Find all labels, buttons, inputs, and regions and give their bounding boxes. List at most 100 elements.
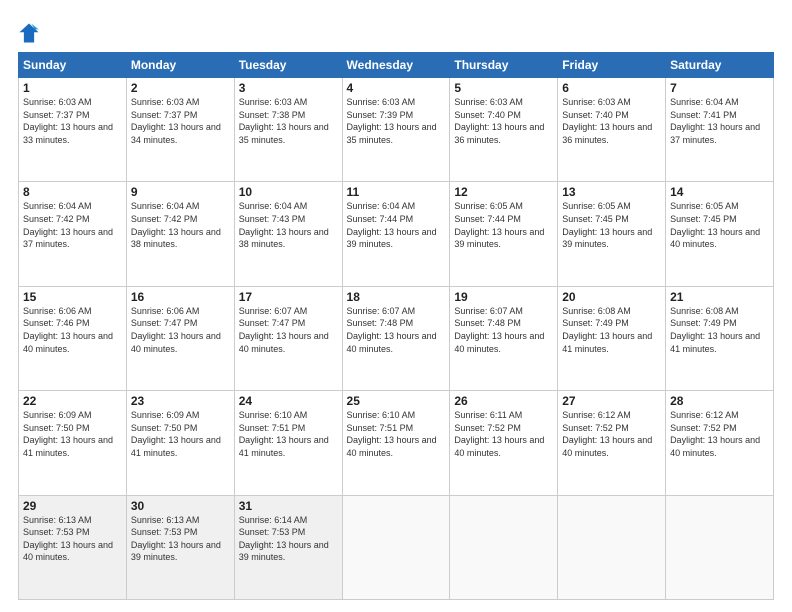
day-cell: 28Sunrise: 6:12 AMSunset: 7:52 PMDayligh… — [666, 391, 774, 495]
day-info: Sunrise: 6:04 AMSunset: 7:41 PMDaylight:… — [670, 96, 769, 146]
day-number: 1 — [23, 81, 122, 95]
weekday-header-sunday: Sunday — [19, 53, 127, 78]
day-info: Sunrise: 6:03 AMSunset: 7:40 PMDaylight:… — [454, 96, 553, 146]
day-cell: 25Sunrise: 6:10 AMSunset: 7:51 PMDayligh… — [342, 391, 450, 495]
day-number: 15 — [23, 290, 122, 304]
day-cell: 3Sunrise: 6:03 AMSunset: 7:38 PMDaylight… — [234, 78, 342, 182]
week-row-1: 1Sunrise: 6:03 AMSunset: 7:37 PMDaylight… — [19, 78, 774, 182]
day-number: 2 — [131, 81, 230, 95]
day-info: Sunrise: 6:07 AMSunset: 7:48 PMDaylight:… — [454, 305, 553, 355]
day-number: 18 — [347, 290, 446, 304]
week-row-3: 15Sunrise: 6:06 AMSunset: 7:46 PMDayligh… — [19, 286, 774, 390]
day-info: Sunrise: 6:14 AMSunset: 7:53 PMDaylight:… — [239, 514, 338, 564]
day-number: 12 — [454, 185, 553, 199]
day-cell: 26Sunrise: 6:11 AMSunset: 7:52 PMDayligh… — [450, 391, 558, 495]
weekday-header-thursday: Thursday — [450, 53, 558, 78]
day-cell: 9Sunrise: 6:04 AMSunset: 7:42 PMDaylight… — [126, 182, 234, 286]
day-cell: 23Sunrise: 6:09 AMSunset: 7:50 PMDayligh… — [126, 391, 234, 495]
weekday-header-tuesday: Tuesday — [234, 53, 342, 78]
day-cell — [666, 495, 774, 599]
week-row-4: 22Sunrise: 6:09 AMSunset: 7:50 PMDayligh… — [19, 391, 774, 495]
day-info: Sunrise: 6:10 AMSunset: 7:51 PMDaylight:… — [239, 409, 338, 459]
day-number: 3 — [239, 81, 338, 95]
day-number: 29 — [23, 499, 122, 513]
day-info: Sunrise: 6:03 AMSunset: 7:40 PMDaylight:… — [562, 96, 661, 146]
day-info: Sunrise: 6:10 AMSunset: 7:51 PMDaylight:… — [347, 409, 446, 459]
day-info: Sunrise: 6:12 AMSunset: 7:52 PMDaylight:… — [670, 409, 769, 459]
day-info: Sunrise: 6:06 AMSunset: 7:46 PMDaylight:… — [23, 305, 122, 355]
day-number: 6 — [562, 81, 661, 95]
day-info: Sunrise: 6:08 AMSunset: 7:49 PMDaylight:… — [670, 305, 769, 355]
day-cell: 30Sunrise: 6:13 AMSunset: 7:53 PMDayligh… — [126, 495, 234, 599]
day-number: 24 — [239, 394, 338, 408]
header — [18, 18, 774, 44]
day-cell — [558, 495, 666, 599]
day-info: Sunrise: 6:04 AMSunset: 7:42 PMDaylight:… — [131, 200, 230, 250]
day-number: 8 — [23, 185, 122, 199]
week-row-2: 8Sunrise: 6:04 AMSunset: 7:42 PMDaylight… — [19, 182, 774, 286]
day-cell: 5Sunrise: 6:03 AMSunset: 7:40 PMDaylight… — [450, 78, 558, 182]
day-info: Sunrise: 6:12 AMSunset: 7:52 PMDaylight:… — [562, 409, 661, 459]
day-cell — [450, 495, 558, 599]
day-info: Sunrise: 6:09 AMSunset: 7:50 PMDaylight:… — [131, 409, 230, 459]
day-info: Sunrise: 6:05 AMSunset: 7:45 PMDaylight:… — [670, 200, 769, 250]
day-number: 26 — [454, 394, 553, 408]
day-number: 19 — [454, 290, 553, 304]
day-number: 17 — [239, 290, 338, 304]
day-info: Sunrise: 6:04 AMSunset: 7:43 PMDaylight:… — [239, 200, 338, 250]
day-cell: 31Sunrise: 6:14 AMSunset: 7:53 PMDayligh… — [234, 495, 342, 599]
day-number: 21 — [670, 290, 769, 304]
day-number: 5 — [454, 81, 553, 95]
day-cell: 13Sunrise: 6:05 AMSunset: 7:45 PMDayligh… — [558, 182, 666, 286]
day-info: Sunrise: 6:04 AMSunset: 7:44 PMDaylight:… — [347, 200, 446, 250]
day-cell: 17Sunrise: 6:07 AMSunset: 7:47 PMDayligh… — [234, 286, 342, 390]
day-cell: 14Sunrise: 6:05 AMSunset: 7:45 PMDayligh… — [666, 182, 774, 286]
day-cell: 10Sunrise: 6:04 AMSunset: 7:43 PMDayligh… — [234, 182, 342, 286]
day-cell: 27Sunrise: 6:12 AMSunset: 7:52 PMDayligh… — [558, 391, 666, 495]
day-info: Sunrise: 6:03 AMSunset: 7:37 PMDaylight:… — [23, 96, 122, 146]
day-number: 20 — [562, 290, 661, 304]
day-number: 23 — [131, 394, 230, 408]
day-info: Sunrise: 6:08 AMSunset: 7:49 PMDaylight:… — [562, 305, 661, 355]
day-cell: 16Sunrise: 6:06 AMSunset: 7:47 PMDayligh… — [126, 286, 234, 390]
day-info: Sunrise: 6:03 AMSunset: 7:37 PMDaylight:… — [131, 96, 230, 146]
day-cell: 4Sunrise: 6:03 AMSunset: 7:39 PMDaylight… — [342, 78, 450, 182]
logo — [18, 22, 44, 44]
day-info: Sunrise: 6:06 AMSunset: 7:47 PMDaylight:… — [131, 305, 230, 355]
day-number: 7 — [670, 81, 769, 95]
day-cell: 20Sunrise: 6:08 AMSunset: 7:49 PMDayligh… — [558, 286, 666, 390]
weekday-header-row: SundayMondayTuesdayWednesdayThursdayFrid… — [19, 53, 774, 78]
day-cell: 8Sunrise: 6:04 AMSunset: 7:42 PMDaylight… — [19, 182, 127, 286]
weekday-header-saturday: Saturday — [666, 53, 774, 78]
day-info: Sunrise: 6:11 AMSunset: 7:52 PMDaylight:… — [454, 409, 553, 459]
day-info: Sunrise: 6:13 AMSunset: 7:53 PMDaylight:… — [23, 514, 122, 564]
day-cell: 18Sunrise: 6:07 AMSunset: 7:48 PMDayligh… — [342, 286, 450, 390]
day-info: Sunrise: 6:04 AMSunset: 7:42 PMDaylight:… — [23, 200, 122, 250]
day-cell: 29Sunrise: 6:13 AMSunset: 7:53 PMDayligh… — [19, 495, 127, 599]
calendar-page: SundayMondayTuesdayWednesdayThursdayFrid… — [0, 0, 792, 612]
day-cell: 11Sunrise: 6:04 AMSunset: 7:44 PMDayligh… — [342, 182, 450, 286]
day-number: 9 — [131, 185, 230, 199]
day-cell: 24Sunrise: 6:10 AMSunset: 7:51 PMDayligh… — [234, 391, 342, 495]
day-number: 4 — [347, 81, 446, 95]
day-number: 14 — [670, 185, 769, 199]
weekday-header-wednesday: Wednesday — [342, 53, 450, 78]
day-cell: 6Sunrise: 6:03 AMSunset: 7:40 PMDaylight… — [558, 78, 666, 182]
day-info: Sunrise: 6:13 AMSunset: 7:53 PMDaylight:… — [131, 514, 230, 564]
logo-icon — [18, 22, 40, 44]
day-info: Sunrise: 6:09 AMSunset: 7:50 PMDaylight:… — [23, 409, 122, 459]
day-cell: 12Sunrise: 6:05 AMSunset: 7:44 PMDayligh… — [450, 182, 558, 286]
week-row-5: 29Sunrise: 6:13 AMSunset: 7:53 PMDayligh… — [19, 495, 774, 599]
weekday-header-monday: Monday — [126, 53, 234, 78]
day-number: 31 — [239, 499, 338, 513]
day-info: Sunrise: 6:05 AMSunset: 7:44 PMDaylight:… — [454, 200, 553, 250]
day-info: Sunrise: 6:03 AMSunset: 7:38 PMDaylight:… — [239, 96, 338, 146]
day-cell: 22Sunrise: 6:09 AMSunset: 7:50 PMDayligh… — [19, 391, 127, 495]
day-number: 10 — [239, 185, 338, 199]
day-cell — [342, 495, 450, 599]
day-info: Sunrise: 6:03 AMSunset: 7:39 PMDaylight:… — [347, 96, 446, 146]
day-info: Sunrise: 6:07 AMSunset: 7:48 PMDaylight:… — [347, 305, 446, 355]
day-number: 28 — [670, 394, 769, 408]
day-number: 11 — [347, 185, 446, 199]
day-number: 13 — [562, 185, 661, 199]
